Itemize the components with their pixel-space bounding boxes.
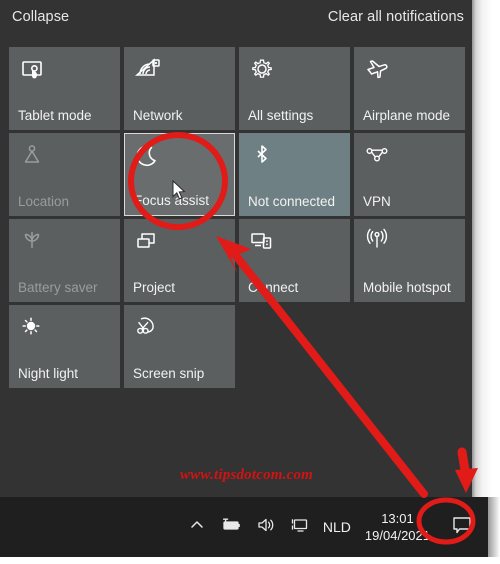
vpn-icon bbox=[364, 142, 394, 172]
quick-actions-grid: Tablet mode Network All settings Airplan… bbox=[9, 47, 465, 388]
action-center-speech-bubble-icon[interactable] bbox=[450, 514, 474, 541]
language-indicator[interactable]: NLD bbox=[323, 519, 351, 535]
tile-label: VPN bbox=[363, 194, 391, 209]
quick-action-tile-network[interactable]: Network bbox=[124, 47, 235, 130]
quick-action-tile-project[interactable]: Project bbox=[124, 219, 235, 302]
tile-label: Tablet mode bbox=[18, 108, 92, 123]
tile-label: Screen snip bbox=[133, 366, 205, 381]
battery-charging-icon[interactable] bbox=[220, 516, 242, 539]
airplane-icon bbox=[364, 56, 394, 86]
bluetooth-icon bbox=[249, 142, 279, 172]
quick-action-tile-screen-snip[interactable]: Screen snip bbox=[124, 305, 235, 388]
tile-label: Project bbox=[133, 280, 176, 295]
tablet-mode-icon bbox=[19, 56, 49, 86]
tile-label: Mobile hotspot bbox=[363, 280, 451, 295]
connect-icon bbox=[249, 228, 279, 258]
action-center-panel: Collapse Clear all notifications Tablet … bbox=[0, 0, 472, 497]
hotspot-icon bbox=[364, 228, 394, 258]
screen-snip-icon bbox=[134, 314, 164, 344]
network-wifi-icon bbox=[134, 56, 164, 86]
night-light-icon bbox=[19, 314, 49, 344]
quick-action-tile-vpn[interactable]: VPN bbox=[354, 133, 465, 216]
mouse-cursor-arrow-pointer bbox=[172, 179, 188, 202]
quick-action-tile-mobile-hotspot[interactable]: Mobile hotspot bbox=[354, 219, 465, 302]
taskbar: NLD 13:01 19/04/2021 bbox=[0, 497, 488, 557]
tile-label: Night light bbox=[18, 366, 79, 381]
project-icon bbox=[134, 228, 164, 258]
tile-label: Network bbox=[133, 108, 183, 123]
tile-label: Battery saver bbox=[18, 280, 98, 295]
quick-action-tile-bluetooth[interactable]: Not connected bbox=[239, 133, 350, 216]
bottom-background bbox=[0, 557, 500, 564]
tile-label: Connect bbox=[248, 280, 299, 295]
quick-action-tile-all-settings[interactable]: All settings bbox=[239, 47, 350, 130]
tile-label: All settings bbox=[248, 108, 314, 123]
gear-icon bbox=[249, 56, 279, 86]
battery-saver-icon bbox=[19, 228, 49, 258]
watermark-text: www.tipsdotcom.com bbox=[180, 467, 314, 483]
quick-action-tile-connect[interactable]: Connect bbox=[239, 219, 350, 302]
quick-action-tile-night-light[interactable]: Night light bbox=[9, 305, 120, 388]
tile-label: Not connected bbox=[248, 194, 336, 209]
panel-edge-shadow bbox=[472, 0, 500, 497]
quick-action-tile-focus-assist[interactable]: Focus assist bbox=[124, 133, 235, 216]
quick-action-tile-tablet-mode[interactable]: Tablet mode bbox=[9, 47, 120, 130]
brightness-slider-row bbox=[0, 408, 472, 454]
quick-action-tile-battery-saver[interactable]: Battery saver bbox=[9, 219, 120, 302]
location-icon bbox=[19, 142, 49, 172]
moon-icon bbox=[135, 143, 165, 173]
quick-action-tile-airplane-mode[interactable]: Airplane mode bbox=[354, 47, 465, 130]
tile-label: Location bbox=[18, 194, 70, 209]
system-tray: NLD 13:01 19/04/2021 bbox=[181, 497, 478, 557]
quick-action-tile-location[interactable]: Location bbox=[9, 133, 120, 216]
tile-label: Airplane mode bbox=[363, 108, 451, 123]
clock-date: 19/04/2021 bbox=[364, 528, 430, 543]
collapse-button[interactable]: Collapse bbox=[12, 9, 69, 25]
clock[interactable]: 13:01 19/04/2021 bbox=[365, 510, 430, 544]
show-hidden-icons-chevron-icon[interactable] bbox=[188, 516, 206, 539]
screen: Collapse Clear all notifications Tablet … bbox=[0, 0, 500, 564]
clock-time: 13:01 bbox=[381, 511, 414, 526]
taskbar-edge-shadow bbox=[488, 497, 500, 557]
speaker-icon[interactable] bbox=[256, 516, 276, 539]
ethernet-display-icon[interactable] bbox=[290, 516, 310, 539]
action-center-header: Collapse Clear all notifications bbox=[0, 0, 472, 44]
clear-all-notifications-button[interactable]: Clear all notifications bbox=[328, 9, 464, 25]
